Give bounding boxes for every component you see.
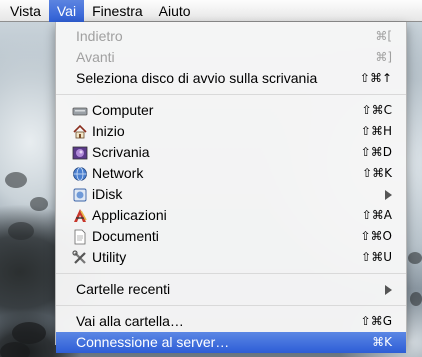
- menu-item-shortcut: ⌘]: [375, 50, 392, 64]
- desktop-icon: [72, 145, 88, 161]
- menubar-vista[interactable]: Vista: [0, 0, 49, 22]
- documents-icon: [72, 229, 88, 245]
- menu-item-label: Utility: [92, 249, 127, 265]
- menu-item-shortcut: ⌘K: [372, 335, 392, 349]
- home-icon: [72, 124, 88, 140]
- menu-item-shortcut: ⇧⌘U: [361, 250, 392, 264]
- menu-item-label: Avanti: [76, 49, 115, 65]
- menu-item-label: Seleziona disco di avvio sulla scrivania: [76, 70, 318, 86]
- menu-item-shortcut: ⇧⌘D: [360, 145, 392, 159]
- wallpaper-spot: [410, 292, 422, 306]
- menubar-finestra[interactable]: Finestra: [84, 0, 151, 22]
- submenu-arrow-icon: [385, 284, 392, 295]
- menu-item-idisk[interactable]: iDisk: [56, 184, 406, 205]
- wallpaper-spot: [408, 252, 422, 264]
- menu-item-label: Indietro: [76, 28, 123, 44]
- network-globe-icon: [72, 166, 88, 182]
- menu-item-shortcut: ⇧⌘C: [361, 103, 392, 117]
- menu-item-avanti[interactable]: Avanti ⌘]: [56, 47, 406, 68]
- menu-item-label: Applicazioni: [92, 207, 167, 223]
- menu-item-label: Vai alla cartella…: [76, 313, 184, 329]
- submenu-arrow-icon: [385, 189, 392, 200]
- menu-item-documenti[interactable]: Documenti ⇧⌘O: [56, 226, 406, 247]
- menu-item-shortcut: ⇧⌘A: [361, 208, 392, 222]
- menubar-vai[interactable]: Vai: [48, 0, 85, 22]
- idisk-icon: [72, 187, 88, 203]
- menu-separator: [56, 273, 406, 274]
- menu-item-shortcut: ⇧⌘G: [360, 314, 392, 328]
- menu-item-cartelle-recenti[interactable]: Cartelle recenti: [56, 279, 406, 300]
- menu-item-shortcut: ⇧⌘K: [362, 166, 392, 180]
- menu-item-scrivania[interactable]: Scrivania ⇧⌘D: [56, 142, 406, 163]
- menu-item-applicazioni[interactable]: Applicazioni ⇧⌘A: [56, 205, 406, 226]
- menu-item-label: Documenti: [92, 228, 159, 244]
- computer-icon: [72, 103, 88, 119]
- menu-separator: [56, 305, 406, 306]
- wallpaper-spot: [30, 197, 48, 211]
- menu-item-connessione-al-server[interactable]: Connessione al server… ⌘K: [56, 332, 406, 353]
- menu-item-network[interactable]: Network ⇧⌘K: [56, 163, 406, 184]
- menu-item-inizio[interactable]: Inizio ⇧⌘H: [56, 121, 406, 142]
- wallpaper-spot: [12, 322, 46, 344]
- vai-dropdown-menu: Indietro ⌘[ Avanti ⌘] Seleziona disco di…: [55, 22, 407, 353]
- menubar-aiuto[interactable]: Aiuto: [151, 0, 199, 22]
- applications-icon: [72, 208, 88, 224]
- menu-separator: [56, 94, 406, 95]
- wallpaper-spot: [5, 172, 27, 188]
- menu-item-label: Inizio: [92, 123, 125, 139]
- menu-item-indietro[interactable]: Indietro ⌘[: [56, 26, 406, 47]
- menu-item-label: iDisk: [92, 186, 123, 202]
- wallpaper-spot: [0, 342, 30, 357]
- menu-item-label: Scrivania: [92, 144, 150, 160]
- menu-item-label: Cartelle recenti: [76, 281, 171, 297]
- menu-item-shortcut: ⇧⌘↑: [359, 71, 392, 85]
- menu-item-vai-alla-cartella[interactable]: Vai alla cartella… ⇧⌘G: [56, 311, 406, 332]
- menu-item-label: Connessione al server…: [76, 334, 230, 350]
- menu-bar: Vista Vai Finestra Aiuto: [0, 0, 422, 22]
- wallpaper-spot: [8, 222, 34, 240]
- menu-item-utility[interactable]: Utility ⇧⌘U: [56, 247, 406, 268]
- menu-item-shortcut: ⌘[: [375, 29, 392, 43]
- menu-item-label: Network: [92, 165, 144, 181]
- menu-item-seleziona-disco[interactable]: Seleziona disco di avvio sulla scrivania…: [56, 68, 406, 89]
- menu-item-shortcut: ⇧⌘H: [360, 124, 392, 138]
- menu-item-label: Computer: [92, 102, 154, 118]
- utilities-icon: [72, 249, 88, 266]
- menu-item-shortcut: ⇧⌘O: [360, 229, 393, 243]
- menu-item-computer[interactable]: Computer ⇧⌘C: [56, 100, 406, 121]
